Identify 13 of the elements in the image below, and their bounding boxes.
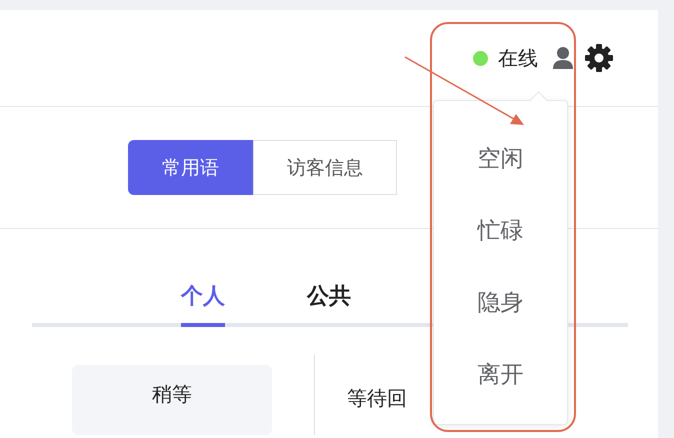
menu-item[interactable]: 隐身: [434, 266, 567, 338]
menu-item[interactable]: 忙碌: [434, 194, 567, 266]
user-icon[interactable]: [552, 46, 574, 70]
settings-icon[interactable]: [584, 43, 614, 73]
menu-item[interactable]: 离开: [434, 338, 567, 410]
phrase-title-card[interactable]: 稍等: [72, 365, 272, 435]
tab[interactable]: 公共: [307, 281, 351, 327]
tab[interactable]: 个人: [181, 281, 225, 327]
segment-tab[interactable]: 常用语: [128, 140, 253, 195]
phrase-text: 等待回: [347, 385, 407, 412]
menu-item[interactable]: 空闲: [434, 122, 567, 194]
segment-tab[interactable]: 访客信息: [253, 140, 397, 195]
status-label[interactable]: 在线: [498, 44, 538, 72]
